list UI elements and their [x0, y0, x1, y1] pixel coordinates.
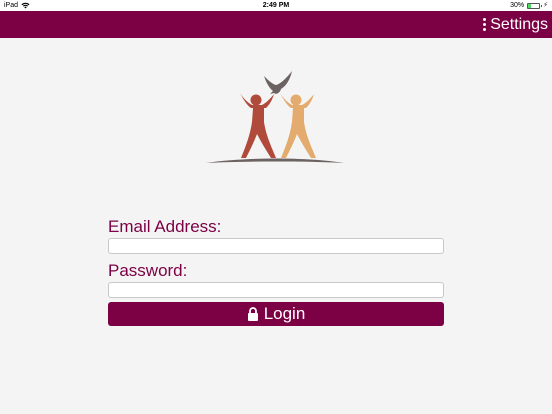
email-label: Email Address: — [108, 217, 222, 236]
charging-icon: ⚡ — [543, 2, 548, 9]
lock-icon — [247, 307, 258, 321]
password-field[interactable] — [108, 282, 444, 298]
settings-label: Settings — [490, 15, 548, 33]
status-bar-right: 30% ⚡ — [510, 0, 548, 11]
figure-right — [280, 93, 316, 158]
ground-line — [206, 158, 344, 163]
password-label: Password: — [108, 261, 188, 280]
vertical-dots-icon — [482, 17, 487, 32]
dove-icon — [264, 71, 292, 94]
email-field[interactable] — [108, 238, 444, 254]
dove-and-figures-logo — [206, 71, 344, 163]
status-bar: iPad 2:49 PM 30% ⚡ — [0, 0, 552, 11]
settings-button[interactable]: Settings — [482, 14, 548, 35]
figure-left — [240, 93, 276, 158]
nav-bar: Settings — [0, 11, 552, 38]
login-button[interactable]: Login — [108, 302, 444, 326]
battery-percent: 30% — [510, 2, 525, 9]
battery-fill — [528, 3, 532, 8]
login-form: Email Address: Password: Login — [108, 216, 444, 326]
login-label: Login — [263, 304, 306, 323]
battery-icon — [527, 2, 543, 9]
status-time: 2:49 PM — [262, 2, 290, 9]
